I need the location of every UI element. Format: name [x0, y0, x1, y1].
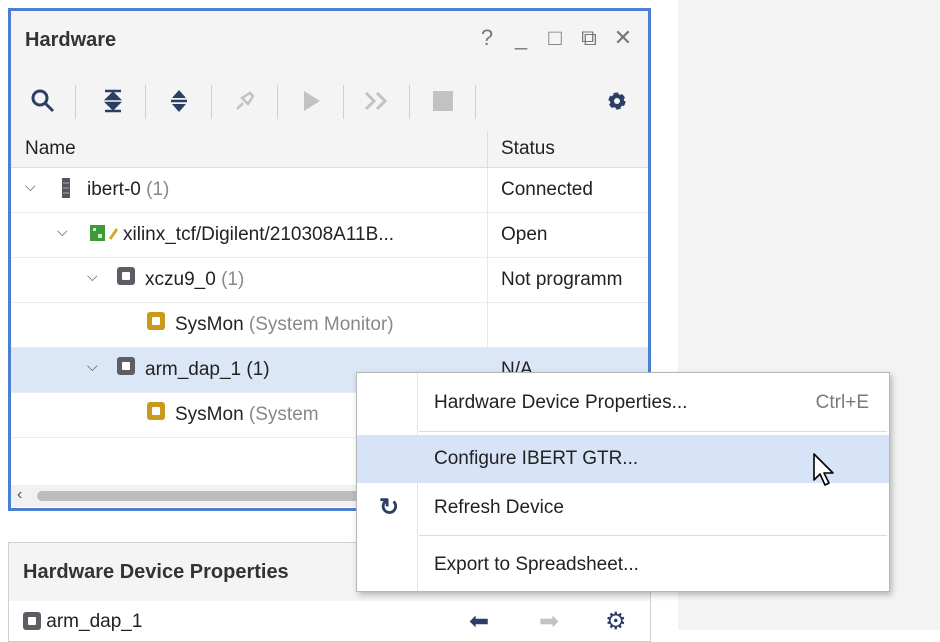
stop-icon [425, 83, 461, 119]
auto-connect-icon [227, 83, 263, 119]
menu-item-refresh-device[interactable]: ↻ Refresh Device [357, 484, 889, 532]
status-text: Connected [501, 179, 593, 200]
panel-header: Hardware ? _ □ ⧉ ✕ [11, 11, 648, 71]
shortcut-label: Ctrl+E [815, 392, 869, 413]
menu-item-export-to-spreadsheet[interactable]: Export to Spreadsheet... [357, 541, 889, 589]
collapse-all-icon[interactable] [95, 83, 131, 119]
status-text: Not programm [501, 269, 623, 290]
run-all-icon [359, 83, 395, 119]
tree-row-ibert[interactable]: ⌵ ibert-0 (1) Connected [11, 168, 648, 213]
back-arrow-icon[interactable]: ⬅ [469, 607, 489, 636]
hardware-toolbar [11, 71, 648, 132]
forward-arrow-icon: ➡ [539, 608, 560, 635]
chip-icon [117, 267, 135, 291]
run-icon [293, 83, 329, 119]
tree-row-label: SysMon (System [175, 404, 319, 425]
panel-title: Hardware Device Properties [23, 561, 289, 583]
panel-title: Hardware [25, 29, 117, 51]
gear-icon[interactable]: ⚙ [605, 607, 627, 636]
gear-icon[interactable] [599, 83, 635, 119]
refresh-icon: ↻ [379, 494, 400, 521]
tree-row-label: ibert-0 (1) [87, 179, 170, 200]
tree-row-xczu9[interactable]: ⌵ xczu9_0 (1) Not programm [11, 258, 648, 303]
column-header: Name Status [11, 131, 648, 168]
tree-row-label: xilinx_tcf/Digilent/210308A11B... [123, 224, 395, 245]
window-controls: ? _ □ ⧉ ✕ [476, 25, 634, 51]
menu-item-hardware-device-properties[interactable]: Hardware Device Properties... Ctrl+E [357, 379, 889, 427]
tree-row-label: xczu9_0 (1) [145, 269, 245, 290]
context-menu: Hardware Device Properties... Ctrl+E Con… [356, 372, 890, 592]
menu-item-configure-ibert-gtr[interactable]: Configure IBERT GTR... [357, 435, 889, 483]
scroll-thumb[interactable] [37, 491, 367, 501]
minimize-icon[interactable]: _ [510, 25, 532, 51]
column-status-header[interactable]: Status [501, 138, 555, 160]
scroll-left-icon[interactable]: ‹ [17, 486, 22, 504]
column-name-header[interactable]: Name [25, 138, 76, 160]
status-text: Open [501, 224, 548, 245]
sysmon-icon [147, 402, 165, 426]
mouse-cursor-icon [813, 453, 834, 486]
chevron-down-icon[interactable]: ⌵ [87, 358, 98, 375]
tree-row-label: SysMon (System Monitor) [175, 314, 394, 335]
chip-icon [117, 357, 135, 381]
close-icon[interactable]: ✕ [612, 25, 634, 51]
sysmon-icon [147, 312, 165, 336]
chevron-down-icon[interactable]: ⌵ [87, 268, 98, 285]
chevron-down-icon[interactable]: ⌵ [57, 223, 68, 240]
chevron-down-icon[interactable]: ⌵ [25, 178, 36, 195]
expand-all-icon[interactable] [161, 83, 197, 119]
float-icon[interactable]: ⧉ [578, 25, 600, 51]
tree-row-sysmon[interactable]: SysMon (System Monitor) [11, 303, 648, 348]
search-icon[interactable] [25, 83, 61, 119]
board-icon [89, 222, 119, 250]
maximize-icon[interactable]: □ [544, 25, 566, 51]
tree-row-label: arm_dap_1 (1) [145, 359, 270, 380]
tree-row-target[interactable]: ⌵ xilinx_tcf/Digilent/210308A11B... Open [11, 213, 648, 258]
help-icon[interactable]: ? [476, 25, 498, 51]
server-icon [61, 177, 71, 205]
